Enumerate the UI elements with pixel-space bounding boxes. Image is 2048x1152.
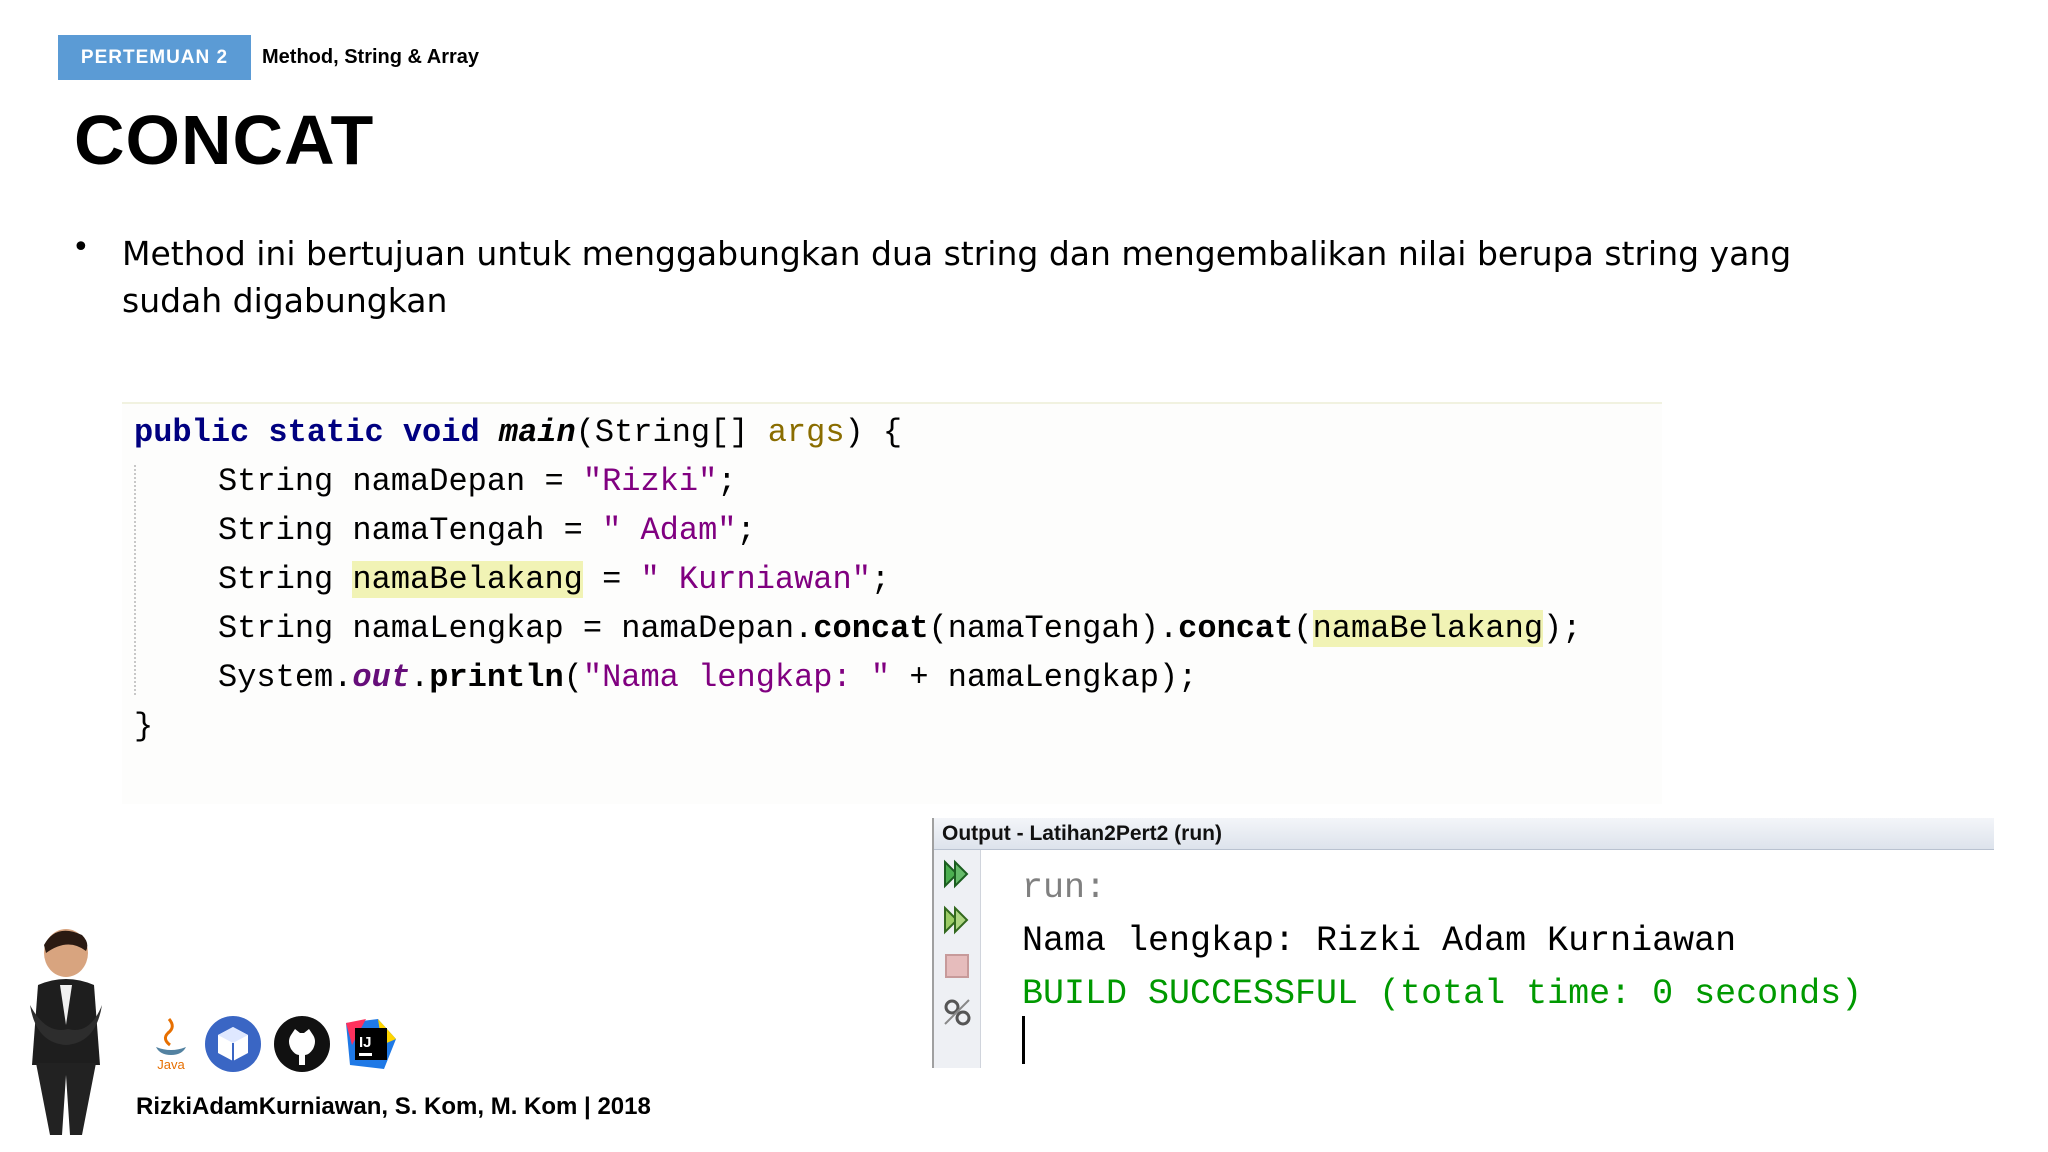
code-line-7: } [134, 708, 154, 745]
author-credit: RizkiAdamKurniawan, S. Kom, M. Kom | 201… [136, 1093, 651, 1120]
text-cursor [1022, 1016, 1025, 1064]
bullet-icon: • [72, 230, 90, 265]
code-line-3: String namaTengah = " Adam"; [218, 512, 756, 549]
svg-text:Java: Java [157, 1057, 185, 1072]
stop-icon[interactable] [941, 950, 973, 982]
output-line-result: Nama lengkap: Rizki Adam Kurniawan [1022, 921, 1737, 961]
indent-guide [134, 465, 136, 695]
svg-text:IJ: IJ [359, 1034, 372, 1051]
rerun-with-args-icon[interactable] [941, 904, 973, 936]
output-line-build: BUILD SUCCESSFUL (total time: 0 seconds) [1022, 974, 1863, 1014]
bullet-text: Method ini bertujuan untuk menggabungkan… [122, 234, 1792, 320]
output-title[interactable]: Output - Latihan2Pert2 (run) [934, 818, 1994, 850]
session-subtitle: Method, String & Array [262, 46, 480, 68]
output-line-run: run: [1022, 868, 1107, 908]
session-badge: PERTEMUAN 2 [58, 35, 251, 80]
code-line-4: String namaBelakang = " Kurniawan"; [218, 561, 891, 598]
github-logo [273, 1015, 331, 1073]
output-toolbar [934, 850, 981, 1068]
settings-icon[interactable] [941, 996, 973, 1028]
java-logo: Java [142, 1015, 200, 1073]
output-window: Output - Latihan2Pert2 (run) run: Nama l… [932, 818, 1994, 1068]
code-line-1: public static void main(String[] args) { [134, 414, 903, 451]
code-line-6: System.out.println("Nama lengkap: " + na… [218, 659, 1198, 696]
app-cube-logo [204, 1015, 262, 1073]
code-line-5: String namaLengkap = namaDepan.concat(na… [218, 610, 1582, 647]
rerun-icon[interactable] [941, 858, 973, 890]
code-line-2: String namaDepan = "Rizki"; [218, 463, 737, 500]
page-title: CONCAT [74, 101, 375, 179]
author-avatar [16, 925, 116, 1140]
intellij-logo: IJ [342, 1015, 400, 1073]
